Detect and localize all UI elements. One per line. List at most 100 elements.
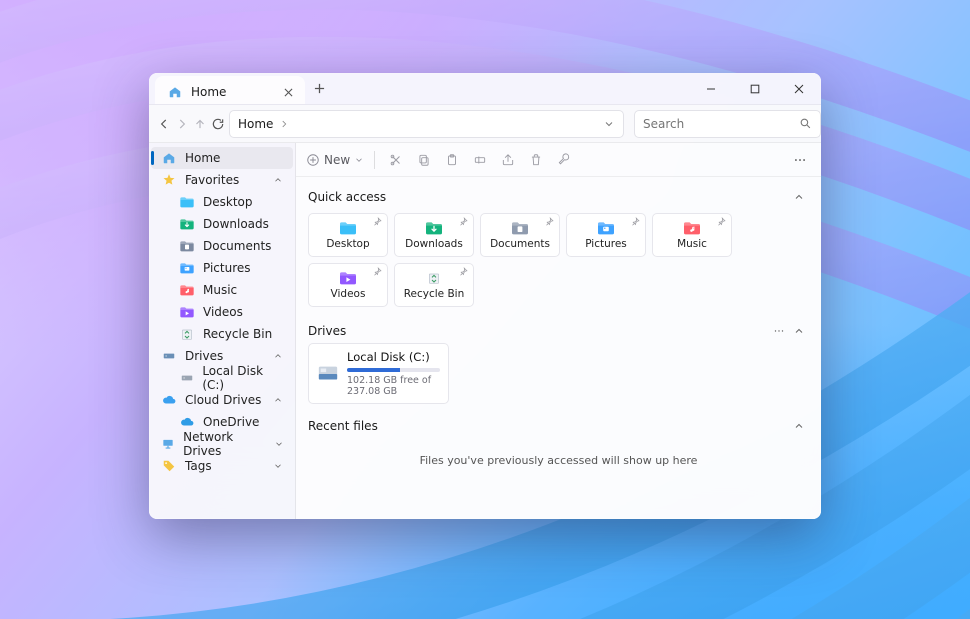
recycle-icon xyxy=(424,270,444,286)
quick-access-documents[interactable]: Documents xyxy=(480,213,560,257)
music-icon xyxy=(682,220,702,236)
sidebar-item-local-disk[interactable]: Local Disk (C:) xyxy=(151,367,293,389)
rename-button[interactable] xyxy=(469,149,491,171)
chevron-down-icon xyxy=(273,439,285,449)
refresh-button[interactable] xyxy=(211,110,225,138)
tile-label: Desktop xyxy=(326,238,369,250)
search-input[interactable] xyxy=(643,117,793,131)
chevron-up-icon xyxy=(271,395,285,405)
cut-button[interactable] xyxy=(385,149,407,171)
drive-free-text: 102.18 GB free of 237.08 GB xyxy=(347,375,440,397)
sidebar-group-favorites[interactable]: Favorites xyxy=(151,169,293,191)
home-icon xyxy=(161,150,177,166)
close-button[interactable] xyxy=(777,73,821,104)
quick-access-music[interactable]: Music xyxy=(652,213,732,257)
pictures-icon xyxy=(179,260,195,276)
tile-label: Downloads xyxy=(405,238,463,250)
sidebar-item-label: Home xyxy=(185,151,220,165)
more-button[interactable] xyxy=(789,149,811,171)
sidebar-item-home[interactable]: Home xyxy=(151,147,293,169)
sidebar-item-label: OneDrive xyxy=(203,415,259,429)
sidebar-item-videos[interactable]: Videos xyxy=(151,301,293,323)
section-label: Recent files xyxy=(308,419,789,433)
sidebar-item-downloads[interactable]: Downloads xyxy=(151,213,293,235)
share-button[interactable] xyxy=(497,149,519,171)
chevron-up-icon xyxy=(789,191,809,203)
pin-icon[interactable] xyxy=(717,217,726,226)
forward-button[interactable] xyxy=(175,110,189,138)
section-drives[interactable]: Drives xyxy=(308,319,809,343)
pin-icon[interactable] xyxy=(373,217,382,226)
chevron-up-icon xyxy=(271,351,285,361)
chevron-up-icon xyxy=(789,325,809,337)
tab-close-button[interactable] xyxy=(281,85,295,99)
section-more-button[interactable] xyxy=(769,325,789,337)
quick-access-pictures[interactable]: Pictures xyxy=(566,213,646,257)
downloads-icon xyxy=(424,220,444,236)
pin-icon[interactable] xyxy=(459,217,468,226)
sidebar-item-recycle[interactable]: Recycle Bin xyxy=(151,323,293,345)
pin-icon[interactable] xyxy=(373,267,382,276)
sidebar-item-documents[interactable]: Documents xyxy=(151,235,293,257)
up-button[interactable] xyxy=(193,110,207,138)
sidebar-group-label: Favorites xyxy=(185,173,239,187)
drive-tile-local-disk[interactable]: Local Disk (C:) 102.18 GB free of 237.08… xyxy=(308,343,449,404)
tab-home[interactable]: Home xyxy=(155,76,305,104)
quick-access-downloads[interactable]: Downloads xyxy=(394,213,474,257)
videos-icon xyxy=(179,304,195,320)
maximize-button[interactable] xyxy=(733,73,777,104)
address-dropdown-button[interactable] xyxy=(603,118,615,130)
sidebar-item-music[interactable]: Music xyxy=(151,279,293,301)
sidebar-group-label: Tags xyxy=(185,459,212,473)
quick-access-recycle[interactable]: Recycle Bin xyxy=(394,263,474,307)
new-button[interactable]: New xyxy=(306,153,364,167)
delete-button[interactable] xyxy=(525,149,547,171)
drive-icon xyxy=(161,348,177,364)
chevron-up-icon xyxy=(789,420,809,432)
desktop-icon xyxy=(179,194,195,210)
copy-button[interactable] xyxy=(413,149,435,171)
network-icon xyxy=(161,436,175,452)
sidebar-item-pictures[interactable]: Pictures xyxy=(151,257,293,279)
recent-empty-text: Files you've previously accessed will sh… xyxy=(308,438,809,475)
search-box[interactable] xyxy=(634,110,821,138)
sidebar-item-label: Music xyxy=(203,283,237,297)
address-bar[interactable]: Home xyxy=(229,110,624,138)
search-icon xyxy=(799,117,812,130)
tag-icon xyxy=(161,458,177,474)
properties-button[interactable] xyxy=(553,149,575,171)
new-button-label: New xyxy=(324,153,350,167)
navigation-bar: Home xyxy=(149,105,821,143)
pin-icon[interactable] xyxy=(631,217,640,226)
back-button[interactable] xyxy=(157,110,171,138)
sidebar-group-network[interactable]: Network Drives xyxy=(151,433,293,455)
sidebar-group-cloud[interactable]: Cloud Drives xyxy=(151,389,293,411)
file-explorer-window: Home Home xyxy=(149,73,821,519)
sidebar-group-tags[interactable]: Tags xyxy=(151,455,293,477)
plus-circle-icon xyxy=(306,153,320,167)
command-bar: New xyxy=(296,143,821,177)
pin-icon[interactable] xyxy=(545,217,554,226)
sidebar-group-label: Drives xyxy=(185,349,223,363)
chevron-up-icon xyxy=(271,175,285,185)
documents-icon xyxy=(179,238,195,254)
quick-access-videos[interactable]: Videos xyxy=(308,263,388,307)
section-recent[interactable]: Recent files xyxy=(308,414,809,438)
sidebar-item-label: Recycle Bin xyxy=(203,327,272,341)
new-tab-button[interactable] xyxy=(305,73,333,104)
videos-icon xyxy=(338,270,358,286)
onedrive-icon xyxy=(179,414,195,430)
sidebar-item-desktop[interactable]: Desktop xyxy=(151,191,293,213)
pin-icon[interactable] xyxy=(459,267,468,276)
sidebar: Home Favorites DesktopDownloadsDocuments… xyxy=(149,143,296,519)
minimize-button[interactable] xyxy=(689,73,733,104)
paste-button[interactable] xyxy=(441,149,463,171)
recycle-icon xyxy=(179,326,195,342)
chevron-down-icon xyxy=(271,461,285,471)
tile-label: Documents xyxy=(490,238,550,250)
quick-access-desktop[interactable]: Desktop xyxy=(308,213,388,257)
sidebar-item-label: Local Disk (C:) xyxy=(202,364,285,392)
documents-icon xyxy=(510,220,530,236)
quick-access-grid: Desktop Downloads Documents PicturesMusic Vi… xyxy=(308,213,809,307)
section-quick-access[interactable]: Quick access xyxy=(308,185,809,209)
